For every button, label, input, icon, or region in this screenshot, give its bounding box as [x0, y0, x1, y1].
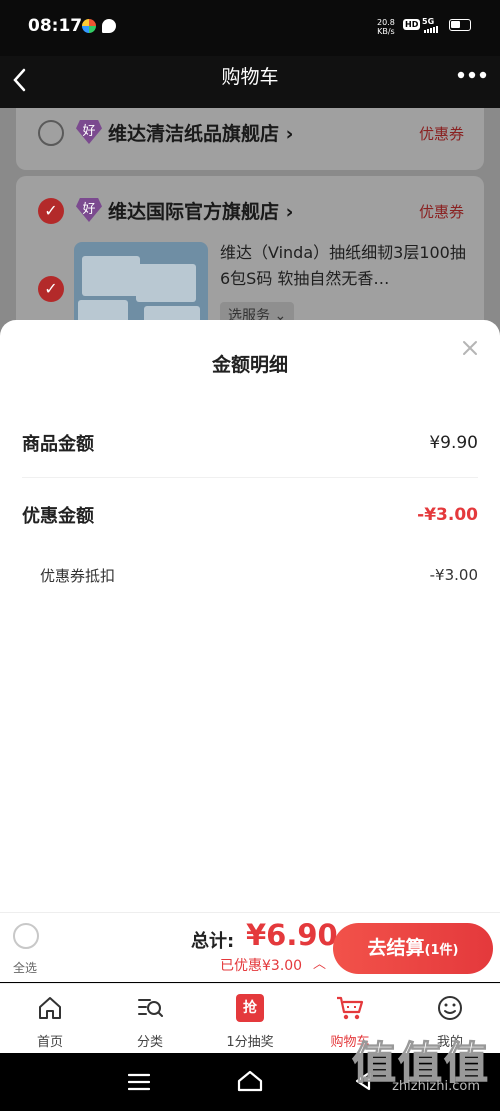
- chat-notification-icon: [102, 19, 116, 33]
- signal-icon: [424, 26, 438, 33]
- tab-label: 首页: [36, 1035, 63, 1050]
- network-speed-value: 20.8: [377, 18, 395, 27]
- watermark: 值值值 zhizhizhi.com: [352, 1027, 490, 1095]
- network-speed-unit: KB/s: [377, 27, 395, 36]
- tab-label: 1分抽奖: [226, 1035, 274, 1050]
- checkout-label: 去结算: [367, 937, 425, 959]
- coupon-deduction-label: 优惠券抵扣: [40, 566, 116, 585]
- watermark-url: zhizhizhi.com: [392, 1079, 480, 1094]
- select-all-checkbox[interactable]: [13, 923, 39, 949]
- goods-amount-row: 商品金额 ¥9.90: [22, 430, 478, 456]
- shop-name-text: 维达清洁纸品旗舰店: [108, 123, 280, 145]
- shop-select-checkbox[interactable]: [38, 120, 64, 146]
- home-icon: [36, 994, 64, 1026]
- home-outline-icon[interactable]: [236, 1070, 264, 1096]
- checkout-count: (1件): [424, 943, 459, 958]
- status-bar: 08:17 20.8 KB/s HD 5G: [0, 0, 500, 56]
- app-notification-icon: [82, 19, 96, 33]
- battery-icon: [449, 19, 471, 31]
- tab-lottery[interactable]: 抢 1分抽奖: [200, 984, 300, 1053]
- category-search-icon: [136, 994, 164, 1026]
- page-header: 购物车: [0, 56, 500, 108]
- discount-amount-row: 优惠金额 -¥3.00: [22, 502, 478, 528]
- total-value: ¥6.90: [246, 918, 338, 952]
- tab-category[interactable]: 分类: [100, 984, 200, 1053]
- checkout-bar: 全选 总计: ¥6.90 已优惠¥3.00 ︿ 去结算(1件): [0, 912, 500, 982]
- status-time: 08:17: [28, 16, 83, 36]
- shop-coupon-link[interactable]: 优惠券: [419, 201, 464, 222]
- discount-amount-label: 优惠金额: [22, 506, 94, 527]
- tab-label: 分类: [136, 1035, 163, 1050]
- discount-amount-value: -¥3.00: [417, 505, 478, 525]
- tab-home[interactable]: 首页: [0, 984, 100, 1053]
- coupon-deduction-row: 优惠券抵扣 -¥3.00: [40, 564, 478, 586]
- smiley-icon: [436, 994, 464, 1026]
- chevron-right-icon: ›: [285, 201, 294, 223]
- shop-coupon-link[interactable]: 优惠券: [419, 123, 464, 144]
- divider: [22, 477, 478, 478]
- item-select-checkbox[interactable]: ✓: [38, 276, 64, 302]
- total-label: 总计:: [191, 931, 235, 952]
- hd-badge: HD: [403, 19, 421, 30]
- chevron-right-icon: ›: [285, 123, 294, 145]
- cart-icon: [335, 994, 365, 1026]
- amount-detail-sheet: 金额明细 商品金额 ¥9.90 优惠金额 -¥3.00 优惠券抵扣 -¥3.00: [0, 320, 500, 912]
- coupon-deduction-value: -¥3.00: [429, 566, 478, 584]
- goods-amount-value: ¥9.90: [429, 433, 478, 453]
- network-type: 5G: [422, 17, 435, 26]
- discount-summary[interactable]: 已优惠¥3.00: [220, 955, 302, 975]
- shop-card: 好 维达清洁纸品旗舰店 › 优惠券: [16, 108, 484, 170]
- shop-name[interactable]: 维达清洁纸品旗舰店 ›: [108, 119, 293, 146]
- page-title: 购物车: [221, 66, 279, 88]
- shop-badge-icon: 好: [76, 120, 102, 144]
- shop-name[interactable]: 维达国际官方旗舰店 ›: [108, 197, 293, 224]
- checkout-button[interactable]: 去结算(1件): [333, 923, 493, 974]
- sheet-title: 金额明细: [211, 354, 288, 376]
- product-title[interactable]: 维达（Vinda）抽纸细韧3层100抽6包S码 软抽自然无香…: [220, 240, 468, 292]
- lottery-icon: 抢: [236, 994, 264, 1022]
- shop-badge-icon: 好: [76, 198, 102, 222]
- network-speed: 20.8 KB/s: [377, 18, 395, 36]
- menu-icon[interactable]: [127, 1073, 151, 1095]
- shop-name-text: 维达国际官方旗舰店: [108, 201, 280, 223]
- chevron-up-icon[interactable]: ︿: [313, 953, 326, 972]
- shop-select-checkbox[interactable]: ✓: [38, 198, 64, 224]
- more-dots-icon[interactable]: [456, 60, 488, 97]
- goods-amount-label: 商品金额: [22, 434, 94, 455]
- close-icon[interactable]: [462, 336, 478, 360]
- select-all-label[interactable]: 全选: [13, 959, 37, 976]
